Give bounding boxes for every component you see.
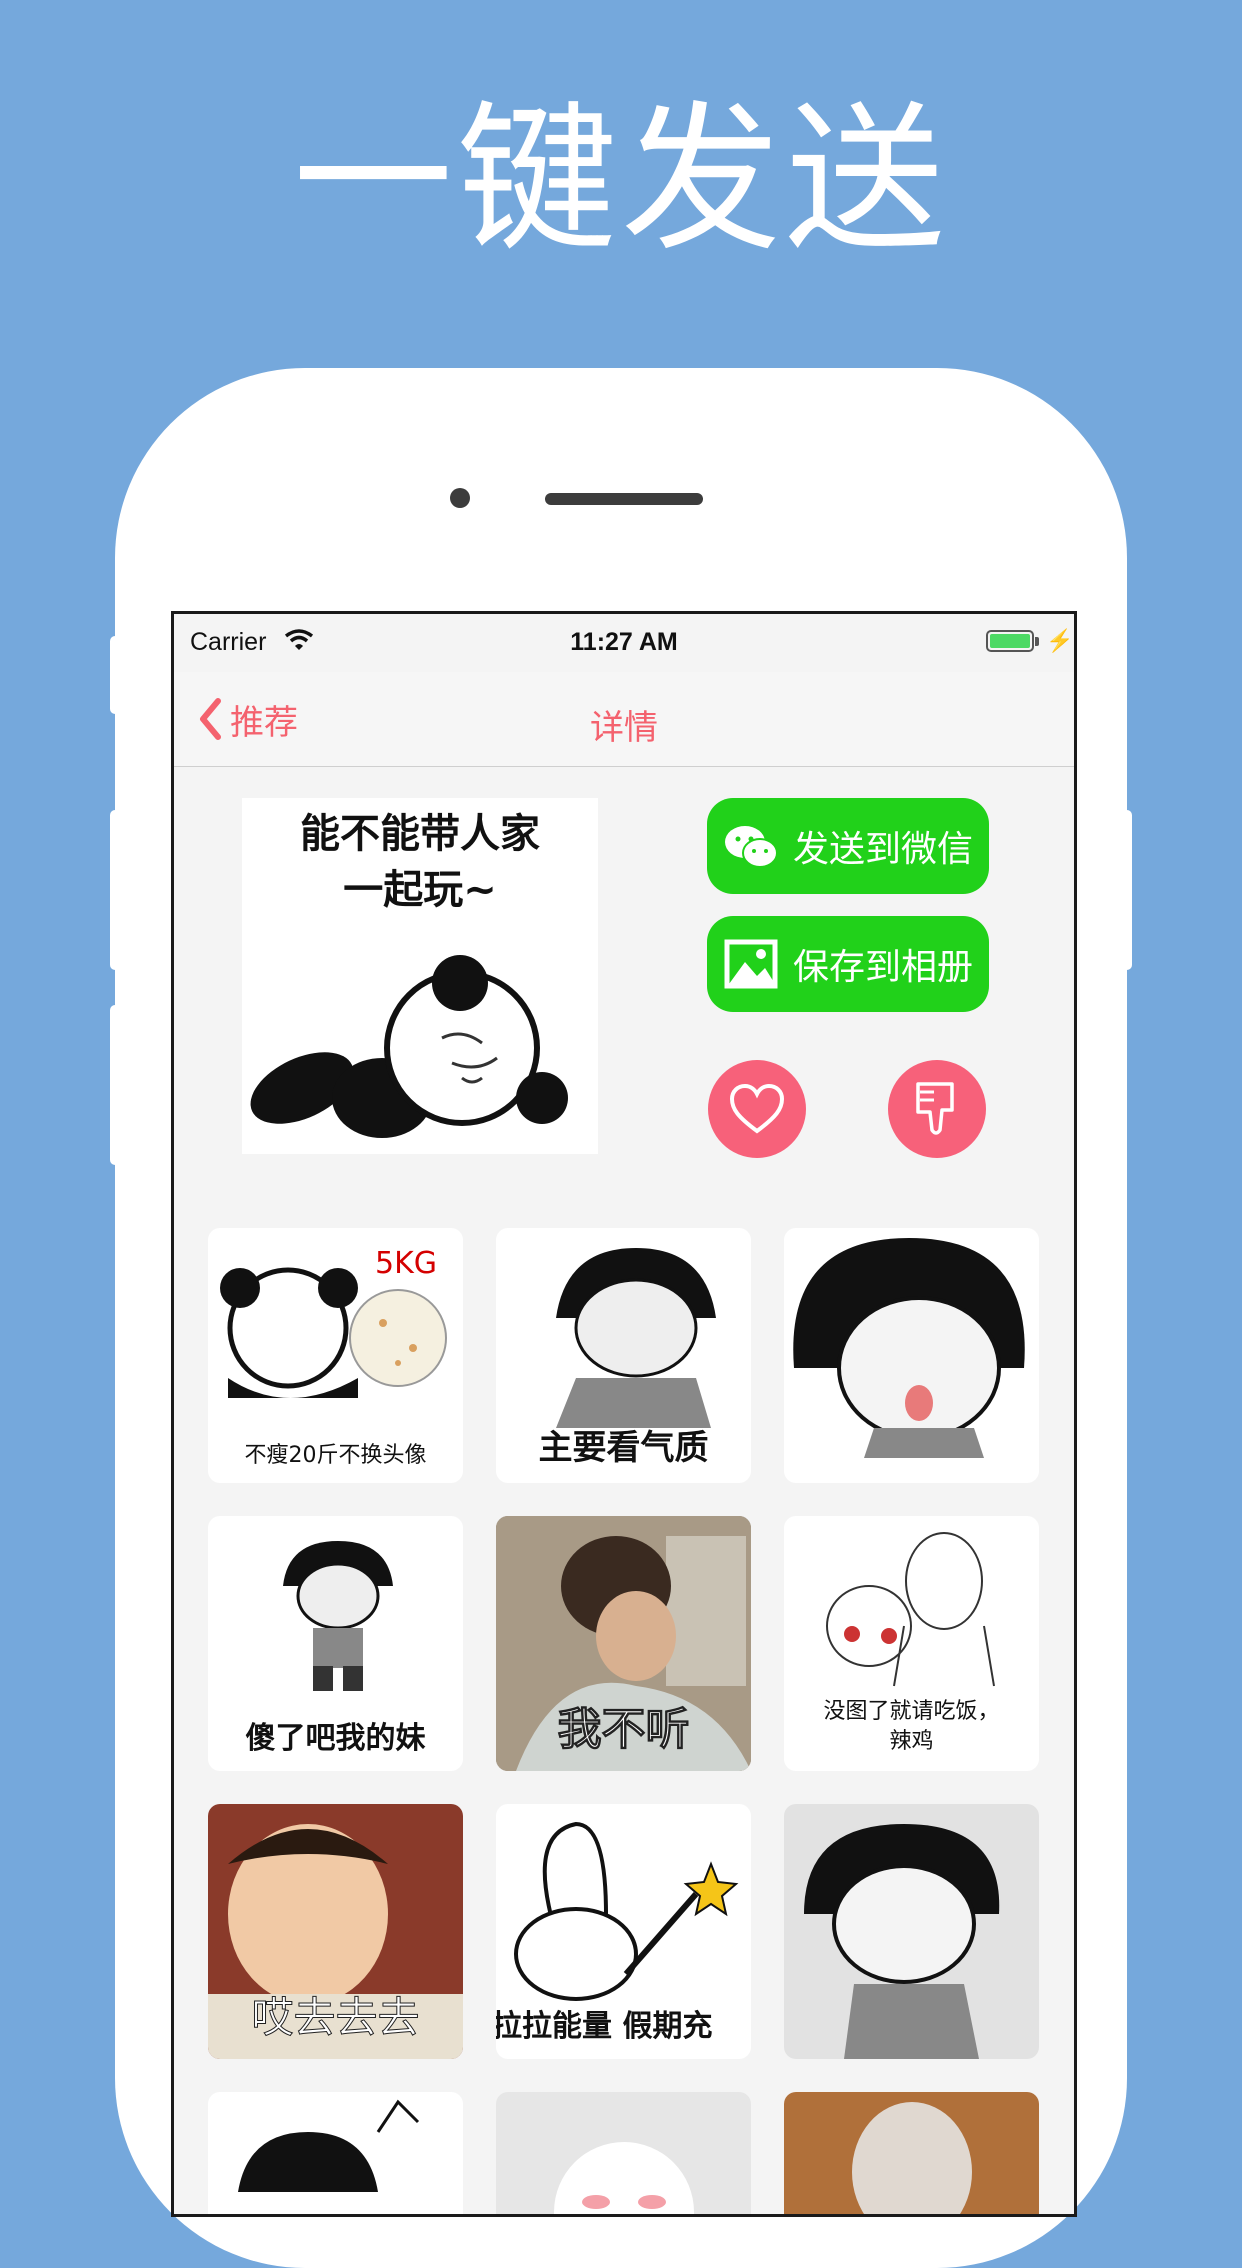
dislike-button[interactable] — [888, 1060, 986, 1158]
thumbs-down-icon — [916, 1082, 954, 1135]
wechat-icon — [725, 826, 778, 868]
status-time: 11:27 AM — [570, 628, 678, 656]
sticker-grid-item[interactable] — [496, 2092, 751, 2214]
sticker-grid-item[interactable]: 我不听 — [496, 1516, 751, 1771]
sticker-grid-item[interactable] — [784, 1804, 1039, 2059]
sticker-caption-line2: 辣鸡 — [889, 1729, 934, 1754]
mushroom-head-illustration — [793, 1238, 1025, 1458]
save-to-album-button[interactable]: 保存到相册 — [707, 916, 989, 1012]
mushroom-head-illustration — [804, 1824, 1000, 2059]
sticker-grid-item[interactable] — [784, 2092, 1039, 2214]
camera — [450, 488, 470, 508]
ghost-illustration — [554, 2142, 694, 2214]
photo-scene-illustration — [784, 2092, 1039, 2214]
headline: 一键发送 — [292, 86, 949, 273]
sticker-grid-item[interactable] — [784, 1228, 1039, 1483]
navigation-bar: 推荐 详情 — [174, 672, 1074, 767]
sticker-grid-item[interactable]: 没图了就请吃饭， 辣鸡 — [784, 1516, 1039, 1771]
like-button[interactable] — [708, 1060, 806, 1158]
sticker-grid-item[interactable]: 拉拉能量 假期充 — [496, 1804, 751, 2059]
send-to-wechat-button[interactable]: 发送到微信 — [707, 798, 989, 894]
sticker-grid-item[interactable]: 哎去去去 — [208, 1804, 463, 2059]
sticker-caption: 主要看气质 — [538, 1428, 709, 1468]
sticker-caption: 我不听 — [557, 1704, 690, 1756]
sticker-grid-item[interactable]: 傻了吧我的妹 — [208, 1516, 463, 1771]
sticker-grid-item[interactable]: 5KG 不瘦20斤不换头像 — [208, 1228, 463, 1483]
save-to-album-label: 保存到相册 — [793, 947, 974, 988]
status-bar: Carrier 11:27 AM ⚡ — [174, 614, 1074, 672]
sticker-caption: 没图了就请吃饭， 辣鸡 — [784, 1697, 1039, 1757]
mushroom-head-illustration — [238, 2099, 420, 2192]
heart-icon — [729, 1083, 785, 1134]
sticker-caption: 不瘦20斤不换头像 — [244, 1443, 427, 1468]
charging-icon: ⚡ — [1046, 628, 1074, 653]
sticker-preview[interactable]: 能不能带人家 一起玩~ — [242, 798, 598, 1154]
sticker-caption: 拉拉能量 假期充 — [496, 2009, 713, 2044]
speaker — [545, 493, 703, 505]
sticker-badge: 5KG — [374, 1246, 437, 1281]
image-icon — [724, 939, 778, 989]
phone-screen: Carrier 11:27 AM ⚡ 推荐 详情 能不能带人家 一起玩~ 发送到… — [171, 611, 1077, 2217]
battery-tip — [1035, 637, 1039, 646]
page-title: 详情 — [590, 708, 658, 748]
sticker-grid-item[interactable] — [208, 2092, 463, 2214]
panda-illustration — [250, 955, 568, 1138]
sticker-grid-item[interactable]: 主要看气质 — [496, 1228, 751, 1483]
sticker-caption: 傻了吧我的妹 — [245, 1721, 426, 1756]
battery-icon — [986, 630, 1034, 652]
send-to-wechat-label: 发送到微信 — [793, 829, 974, 870]
sticker-caption: 哎去去去 — [251, 1993, 420, 2043]
sticker-caption-line1: 没图了就请吃饭， — [823, 1699, 1000, 1724]
